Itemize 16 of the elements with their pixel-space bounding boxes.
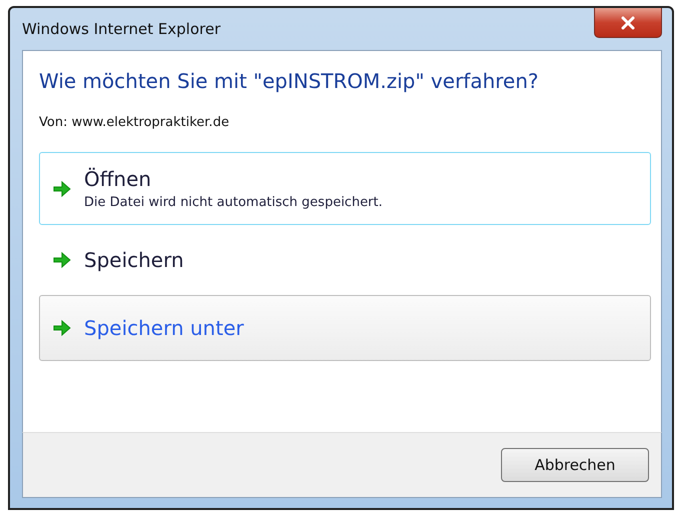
option-label: Öffnen [84,167,152,191]
arrow-icon [52,180,72,198]
arrow-icon [52,319,72,337]
option-button[interactable]: Speichern unter [39,295,651,361]
option-label: Speichern [84,248,184,272]
option-description: Die Datei wird nicht automatisch gespeichert. [84,195,383,210]
window-title: Windows Internet Explorer [22,20,221,38]
option-button[interactable]: Speichern [39,227,651,293]
arrow-icon [52,251,72,269]
option-button[interactable]: Öffnen Die Datei wird nicht automatisch gespeichert. [39,152,651,225]
option-label: Speichern unter [84,316,244,340]
cancel-button[interactable]: Abbrechen [501,448,649,482]
close-icon [620,16,636,30]
dialog-question: Wie möchten Sie mit "epINSTROM.zip" verfahren? [39,69,540,93]
close-button[interactable] [594,8,662,38]
source-text: Von: www.elektropraktiker.de [39,115,230,130]
